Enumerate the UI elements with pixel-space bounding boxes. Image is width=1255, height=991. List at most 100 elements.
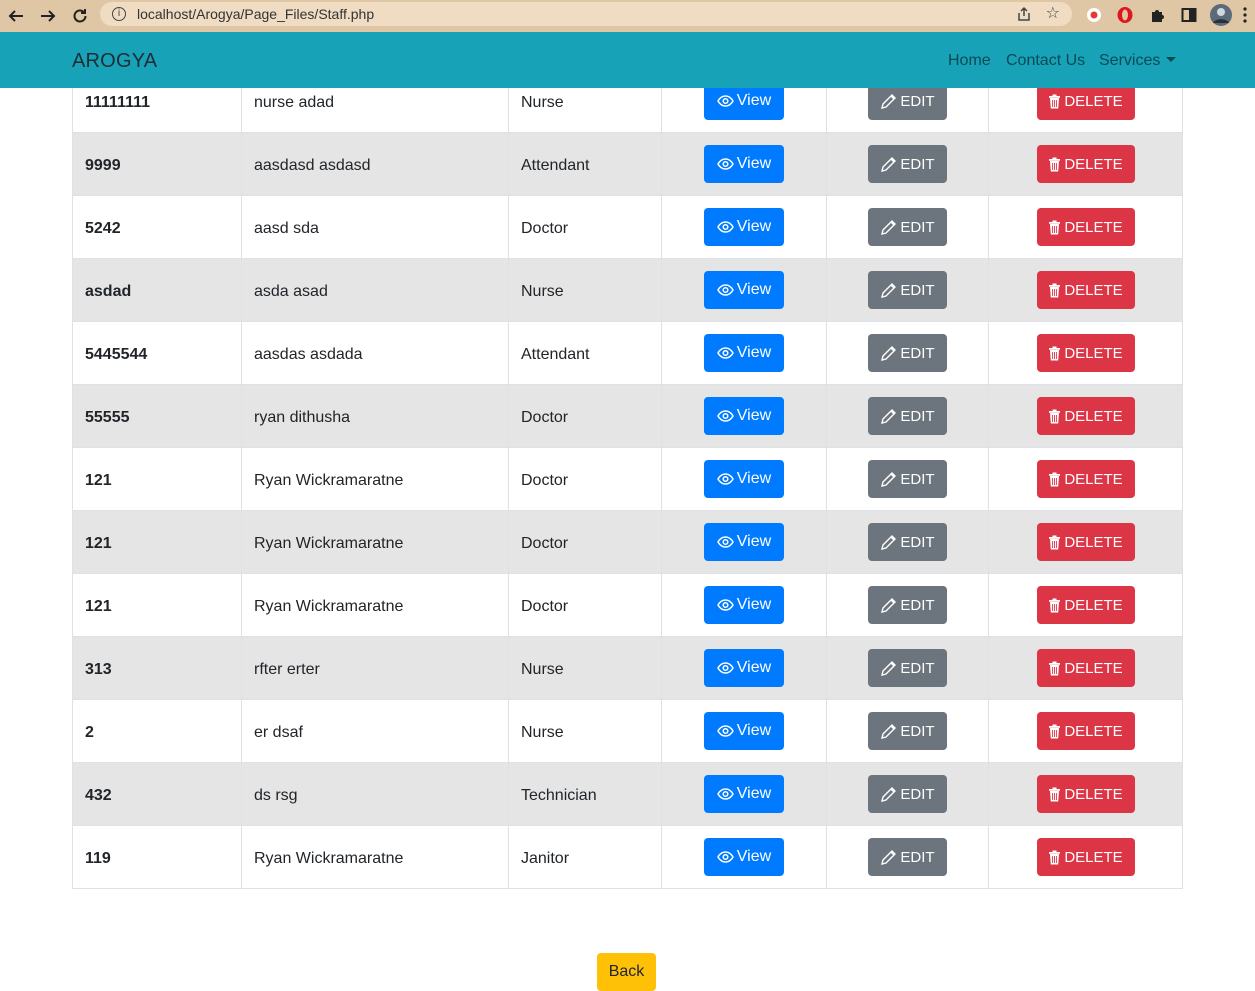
view-cell: View xyxy=(661,258,827,322)
staff-role: Janitor xyxy=(521,850,570,867)
view-button[interactable]: View xyxy=(704,586,784,624)
edit-label: EDIT xyxy=(900,281,935,299)
view-button[interactable]: View xyxy=(704,775,784,813)
view-button[interactable]: View xyxy=(704,271,784,309)
edit-button[interactable]: EDIT xyxy=(868,397,947,435)
edit-cell: EDIT xyxy=(826,510,989,574)
staff-role-cell: Doctor xyxy=(508,573,662,637)
nav-services-label: Services xyxy=(1099,52,1161,69)
view-button[interactable]: View xyxy=(704,334,784,372)
view-button[interactable]: View xyxy=(704,460,784,498)
staff-role: Attendant xyxy=(521,157,590,174)
staff-name-cell: ryan dithusha xyxy=(241,384,509,448)
view-label: View xyxy=(736,533,772,550)
nav-home-link[interactable]: Home xyxy=(948,52,991,70)
edit-button[interactable]: EDIT xyxy=(868,334,947,372)
trash-icon xyxy=(1049,724,1061,738)
delete-button[interactable]: DELETE xyxy=(1036,775,1135,813)
site-info-icon[interactable]: i xyxy=(112,7,126,21)
staff-role-cell: Nurse xyxy=(508,699,662,763)
view-button[interactable]: View xyxy=(704,523,784,561)
nav-contact-link[interactable]: Contact Us xyxy=(1006,52,1085,70)
reload-icon[interactable] xyxy=(64,2,96,30)
view-cell: View xyxy=(661,636,827,700)
share-icon[interactable] xyxy=(1016,6,1032,22)
edit-button[interactable]: EDIT xyxy=(868,586,947,624)
view-button[interactable]: View xyxy=(704,208,784,246)
delete-button[interactable]: DELETE xyxy=(1036,397,1135,435)
staff-id: 313 xyxy=(85,661,112,678)
delete-button[interactable]: DELETE xyxy=(1036,208,1135,246)
edit-button[interactable]: EDIT xyxy=(868,649,947,687)
delete-button[interactable]: DELETE xyxy=(1036,586,1135,624)
delete-button[interactable]: DELETE xyxy=(1036,145,1135,183)
edit-button[interactable]: EDIT xyxy=(868,523,947,561)
view-cell: View xyxy=(661,825,827,889)
edit-button[interactable]: EDIT xyxy=(868,460,947,498)
brand-logo[interactable]: AROGYA xyxy=(72,50,157,73)
delete-button[interactable]: DELETE xyxy=(1036,838,1135,876)
extensions-puzzle-icon[interactable] xyxy=(1146,4,1168,26)
staff-id: 5445544 xyxy=(85,346,148,363)
staff-name: ds rsg xyxy=(254,787,298,804)
view-button[interactable]: View xyxy=(704,145,784,183)
edit-button[interactable]: EDIT xyxy=(868,775,947,813)
delete-button[interactable]: DELETE xyxy=(1036,523,1135,561)
staff-id-cell: 55555 xyxy=(72,384,242,448)
pencil-icon xyxy=(881,156,897,172)
eye-icon xyxy=(716,221,734,233)
delete-button[interactable]: DELETE xyxy=(1036,649,1135,687)
delete-button[interactable]: DELETE xyxy=(1036,334,1135,372)
staff-name-cell: Ryan Wickramaratne xyxy=(241,573,509,637)
record-extension-icon[interactable] xyxy=(1084,4,1104,26)
delete-label: DELETE xyxy=(1064,281,1123,299)
edit-label: EDIT xyxy=(900,218,935,236)
edit-button[interactable]: EDIT xyxy=(868,208,947,246)
staff-name: aasdas asdada xyxy=(254,346,363,363)
opera-extension-icon[interactable] xyxy=(1114,4,1136,26)
view-button[interactable]: View xyxy=(704,712,784,750)
staff-name: asda asad xyxy=(254,283,328,300)
staff-name-cell: asda asad xyxy=(241,258,509,322)
edit-button[interactable]: EDIT xyxy=(868,145,947,183)
view-label: View xyxy=(736,155,772,172)
staff-name-cell: aasdas asdada xyxy=(241,321,509,385)
staff-role-cell: Doctor xyxy=(508,510,662,574)
delete-button[interactable]: DELETE xyxy=(1036,460,1135,498)
delete-cell: DELETE xyxy=(988,636,1183,700)
edit-button[interactable]: EDIT xyxy=(868,271,947,309)
view-button[interactable]: View xyxy=(704,397,784,435)
staff-role-cell: Attendant xyxy=(508,132,662,196)
staff-id: 2 xyxy=(85,724,94,741)
profile-avatar[interactable] xyxy=(1208,4,1234,26)
delete-label: DELETE xyxy=(1064,596,1123,614)
table-row: 5242 aasd sda Doctor View EDIT DELETE xyxy=(72,195,1183,259)
bookmark-star-icon[interactable]: ☆ xyxy=(1046,5,1060,23)
eye-icon xyxy=(716,662,734,674)
back-arrow-icon[interactable] xyxy=(0,2,32,30)
staff-id: 121 xyxy=(85,598,112,615)
staff-name-cell: Ryan Wickramaratne xyxy=(241,447,509,511)
edit-button[interactable]: EDIT xyxy=(868,838,947,876)
eye-icon xyxy=(716,851,734,863)
back-button[interactable]: Back xyxy=(597,953,656,991)
view-button[interactable]: View xyxy=(704,838,784,876)
nav-services-dropdown[interactable]: Services xyxy=(1099,52,1177,70)
eye-icon xyxy=(716,347,734,359)
side-panel-icon[interactable] xyxy=(1178,4,1200,26)
browser-toolbar: i localhost/Arogya/Page_Files/Staff.php … xyxy=(0,0,1255,32)
browser-menu-icon[interactable] xyxy=(1238,4,1252,26)
staff-id-cell: 121 xyxy=(72,573,242,637)
edit-label: EDIT xyxy=(900,596,935,614)
view-button[interactable]: View xyxy=(704,649,784,687)
delete-button[interactable]: DELETE xyxy=(1036,271,1135,309)
address-bar[interactable]: i localhost/Arogya/Page_Files/Staff.php … xyxy=(100,2,1072,26)
forward-arrow-icon[interactable] xyxy=(32,2,64,30)
pencil-icon xyxy=(881,723,897,739)
delete-button[interactable]: DELETE xyxy=(1036,712,1135,750)
trash-icon xyxy=(1049,661,1061,675)
edit-button[interactable]: EDIT xyxy=(868,712,947,750)
delete-label: DELETE xyxy=(1064,659,1123,677)
edit-label: EDIT xyxy=(900,407,935,425)
edit-label: EDIT xyxy=(900,533,935,551)
